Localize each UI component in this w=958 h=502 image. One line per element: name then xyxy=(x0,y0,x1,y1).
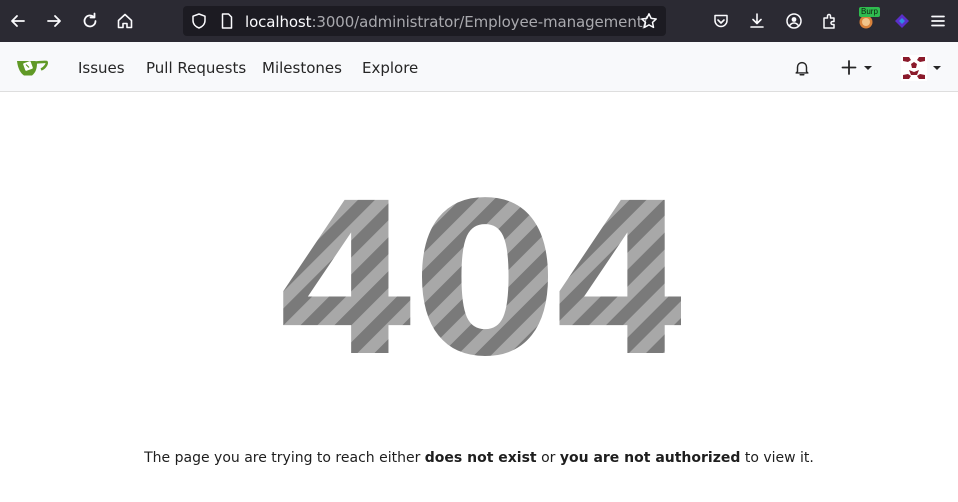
error-message-text-2: or xyxy=(536,450,560,466)
error-code-graphic: 404 xyxy=(274,158,696,403)
avatar xyxy=(901,55,927,81)
back-arrow-icon[interactable] xyxy=(6,9,30,33)
reload-icon[interactable] xyxy=(78,9,102,33)
browser-toolbar: localhost:3000/administrator/Employee-ma… xyxy=(0,0,958,42)
url-path: :3000/administrator/Employee-management/ xyxy=(311,13,648,31)
home-icon[interactable] xyxy=(113,9,137,33)
chevron-down-icon xyxy=(864,66,872,70)
shield-icon[interactable] xyxy=(187,9,211,33)
pocket-icon[interactable] xyxy=(709,9,733,33)
forward-arrow-icon[interactable] xyxy=(42,9,66,33)
nav-issues[interactable]: Issues xyxy=(78,59,125,77)
error-message-text-3: to view it. xyxy=(740,450,814,466)
address-bar[interactable]: localhost:3000/administrator/Employee-ma… xyxy=(183,6,666,36)
error-message: The page you are trying to reach either … xyxy=(0,450,958,466)
extension-badge: Burp xyxy=(859,7,880,17)
error-code: 404 xyxy=(281,175,681,375)
nav-explore[interactable]: Explore xyxy=(362,59,418,77)
page-icon xyxy=(215,9,239,33)
download-icon[interactable] xyxy=(745,9,769,33)
user-menu-dropdown[interactable] xyxy=(900,54,944,82)
error-message-not-exist: does not exist xyxy=(424,450,537,466)
error-message-not-authorized: you are not authorized xyxy=(559,450,741,466)
bell-icon[interactable] xyxy=(792,58,812,78)
create-new-dropdown[interactable] xyxy=(840,58,876,78)
nav-milestones[interactable]: Milestones xyxy=(262,59,342,77)
chevron-down-icon xyxy=(933,66,941,70)
url-host: localhost xyxy=(245,13,312,31)
extensions-icon[interactable] xyxy=(818,9,842,33)
plus-icon xyxy=(841,60,857,75)
account-icon[interactable] xyxy=(782,9,806,33)
star-icon[interactable] xyxy=(637,9,661,33)
error-message-text-1: The page you are trying to reach either xyxy=(144,450,425,466)
gitea-logo-icon[interactable] xyxy=(16,54,48,80)
url-text: localhost:3000/administrator/Employee-ma… xyxy=(245,13,648,31)
purple-extension-icon[interactable] xyxy=(890,9,914,33)
app-navbar: Issues Pull Requests Milestones Explore xyxy=(0,42,958,92)
hamburger-menu-icon[interactable] xyxy=(926,9,950,33)
nav-pull-requests[interactable]: Pull Requests xyxy=(146,59,246,77)
